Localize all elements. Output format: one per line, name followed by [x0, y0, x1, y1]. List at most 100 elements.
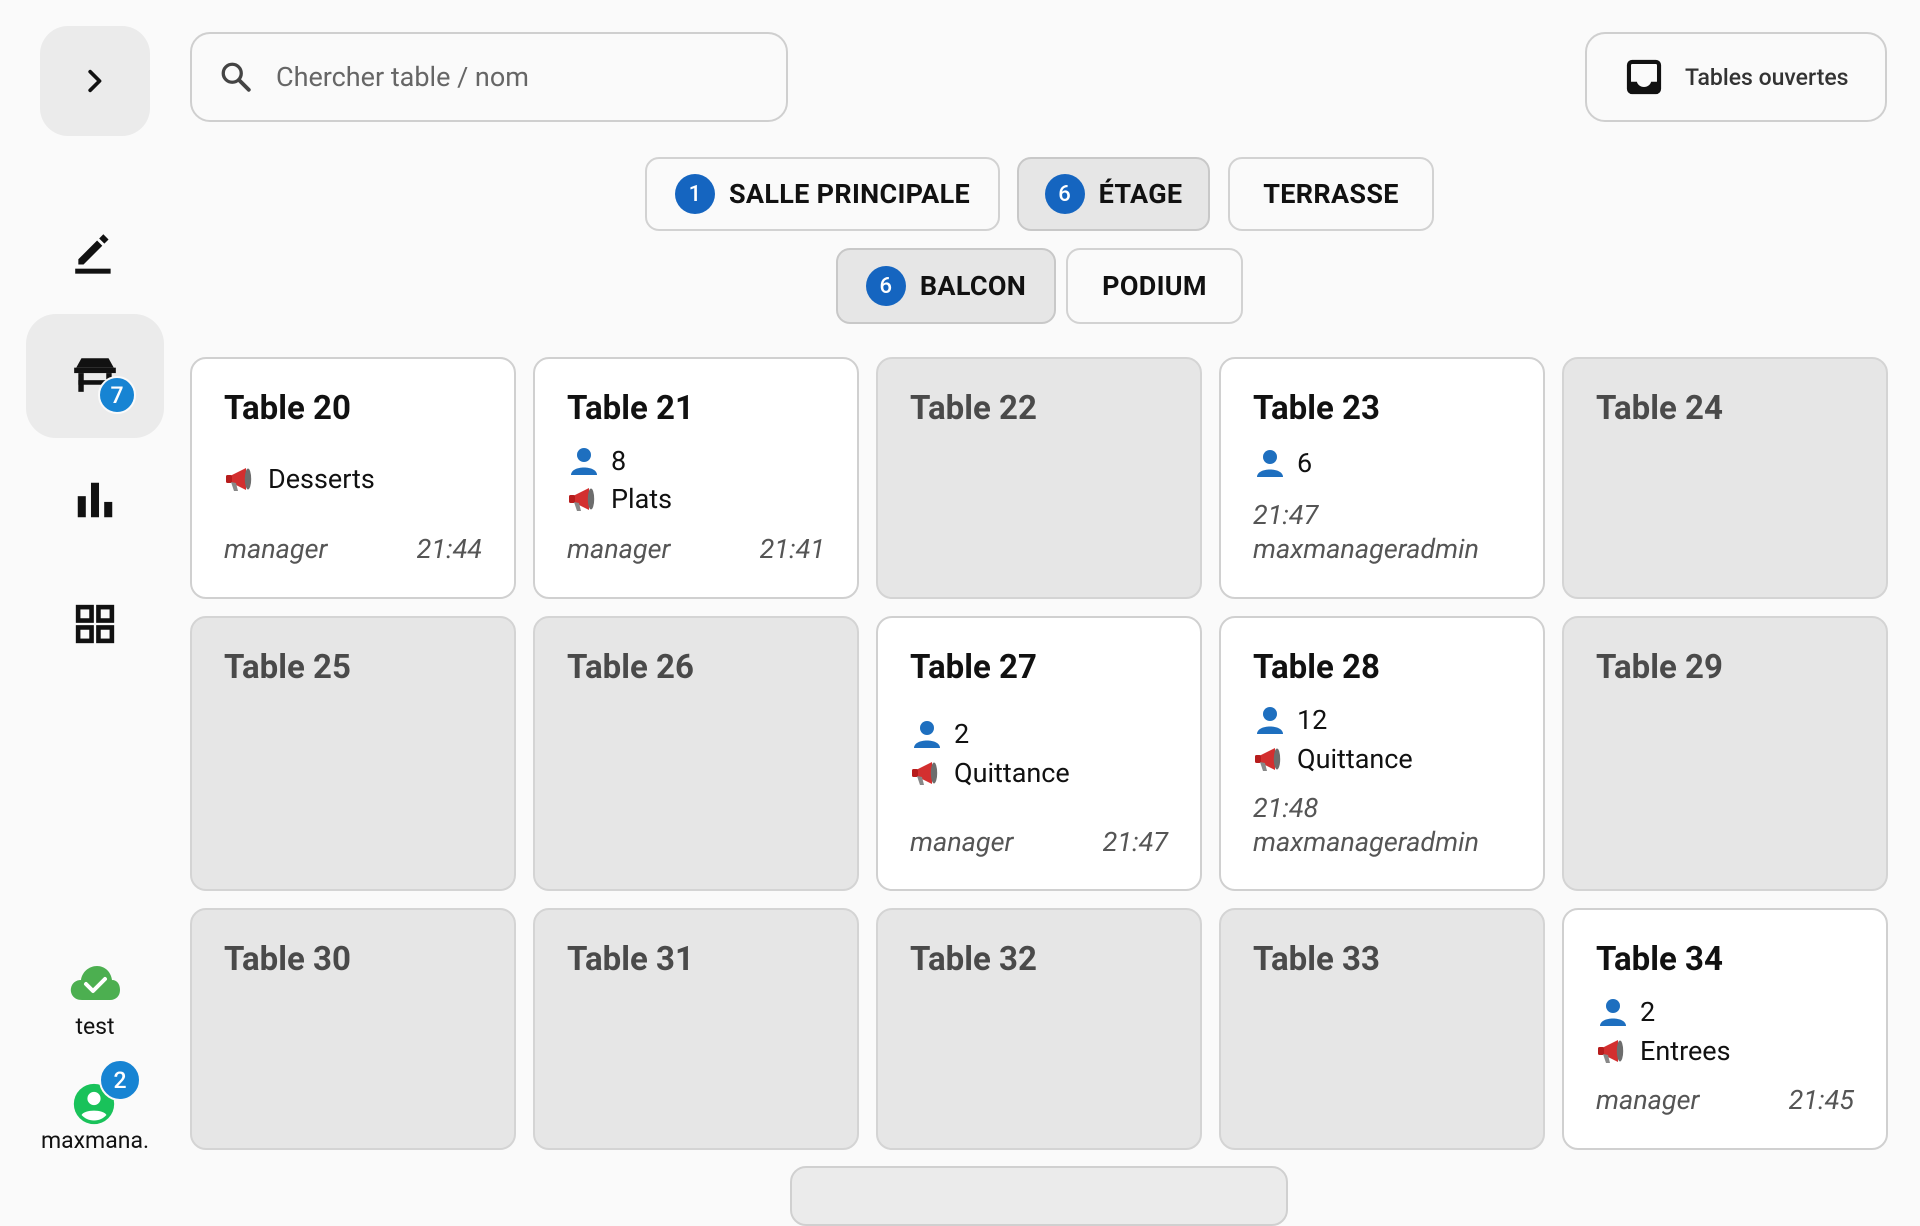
table-card-20[interactable]: Table 20 Desserts manager 21:44 — [190, 357, 516, 599]
megaphone-icon — [226, 468, 252, 491]
table-time: 21:47 — [1253, 499, 1319, 531]
guests-line: 6 — [1253, 447, 1312, 479]
table-card-32[interactable]: Table 32 — [876, 908, 1202, 1150]
course-label: Quittance — [1297, 743, 1413, 775]
table-name: Table 33 — [1253, 940, 1380, 979]
table-user: maxmanageradmin — [1253, 826, 1479, 858]
table-name: Table 25 — [224, 648, 351, 687]
guests-count: 2 — [1640, 996, 1656, 1028]
table-card-23[interactable]: Table 23 6 21:47 maxmanageradmin — [1219, 357, 1545, 599]
table-name: Table 24 — [1596, 389, 1723, 428]
bar-chart-icon — [77, 482, 113, 518]
zone-label: TERRASSE — [1263, 178, 1399, 210]
table-card-26[interactable]: Table 26 — [533, 616, 859, 891]
course-line: Quittance — [1253, 743, 1413, 775]
table-name: Table 32 — [910, 940, 1037, 979]
table-name: Table 21 — [567, 389, 694, 428]
zone-label: BALCON — [919, 270, 1027, 302]
edit-nav-button[interactable] — [26, 190, 164, 314]
course-label: Desserts — [268, 463, 375, 495]
zone-chip-balcon[interactable]: 6 BALCON — [836, 248, 1056, 324]
table-card-29[interactable]: Table 29 — [1562, 616, 1888, 891]
guests-line: 2 — [1596, 996, 1655, 1028]
zone-chip-podium[interactable]: PODIUM — [1066, 248, 1243, 324]
table-card-24[interactable]: Table 24 — [1562, 357, 1888, 599]
megaphone-icon — [912, 762, 938, 785]
table-card-22[interactable]: Table 22 — [876, 357, 1202, 599]
table-name: Table 26 — [567, 648, 694, 687]
person-icon — [914, 721, 940, 748]
table-time: 21:41 — [759, 533, 825, 565]
person-icon — [571, 448, 597, 475]
search-icon — [221, 62, 251, 92]
grid-icon — [75, 604, 115, 644]
expand-sidebar-button[interactable] — [40, 26, 150, 136]
person-icon — [1257, 707, 1283, 734]
table-user: manager — [567, 533, 671, 565]
zone-count-badge: 1 — [674, 174, 715, 214]
guests-line: 8 — [567, 445, 626, 477]
table-card-30[interactable]: Table 30 — [190, 908, 516, 1150]
guests-count: 8 — [611, 445, 627, 477]
table-name: Table 31 — [567, 940, 694, 979]
table-card-21[interactable]: Table 21 8 Plats manager 21:41 — [533, 357, 859, 599]
zone-chip-salle-principale[interactable]: 1 SALLE PRINCIPALE — [645, 157, 1000, 231]
guests-count: 12 — [1297, 704, 1328, 736]
inbox-icon — [1626, 59, 1662, 95]
bottom-panel-handle[interactable] — [790, 1166, 1288, 1226]
guests-count: 6 — [1297, 447, 1313, 479]
open-tables-button[interactable]: Tables ouvertes — [1585, 32, 1887, 122]
course-line: Desserts — [224, 463, 375, 495]
zone-label: PODIUM — [1102, 270, 1207, 302]
table-time: 21:47 — [1102, 826, 1168, 858]
megaphone-icon — [569, 488, 595, 511]
tables-badge: 7 — [98, 376, 136, 414]
table-name: Table 29 — [1596, 648, 1723, 687]
edit-icon — [75, 234, 111, 274]
table-name: Table 27 — [910, 648, 1037, 687]
table-name: Table 34 — [1596, 940, 1723, 979]
table-card-25[interactable]: Table 25 — [190, 616, 516, 891]
course-line: Quittance — [910, 757, 1070, 789]
zone-count-badge: 6 — [1044, 174, 1085, 214]
sync-status[interactable] — [68, 962, 122, 1004]
statistics-nav-button[interactable] — [26, 438, 164, 562]
guests-line: 2 — [910, 718, 969, 750]
table-time: 21:48 — [1253, 792, 1319, 824]
course-label: Entrees — [1640, 1035, 1731, 1067]
zone-chip-terrasse[interactable]: TERRASSE — [1228, 157, 1434, 231]
table-card-28[interactable]: Table 28 12 Quittance 21:48 maxmanagerad… — [1219, 616, 1545, 891]
megaphone-icon — [1255, 748, 1281, 771]
table-name: Table 23 — [1253, 389, 1380, 428]
person-icon — [1257, 450, 1283, 477]
guests-count: 2 — [954, 718, 970, 750]
table-card-31[interactable]: Table 31 — [533, 908, 859, 1150]
user-badge: 2 — [99, 1059, 141, 1101]
megaphone-icon — [1598, 1040, 1624, 1063]
search-bar — [190, 32, 788, 122]
course-label: Quittance — [954, 757, 1070, 789]
guests-line: 12 — [1253, 704, 1327, 736]
table-card-33[interactable]: Table 33 — [1219, 908, 1545, 1150]
chevron-right-icon — [88, 69, 102, 93]
table-user: maxmanageradmin — [1253, 533, 1479, 565]
table-user: manager — [224, 533, 328, 565]
course-label: Plats — [611, 483, 673, 515]
course-line: Plats — [567, 483, 672, 515]
table-name: Table 22 — [910, 389, 1037, 428]
table-name: Table 30 — [224, 940, 351, 979]
table-user: manager — [910, 826, 1014, 858]
zone-count-badge: 6 — [865, 266, 906, 306]
zone-label: SALLE PRINCIPALE — [728, 178, 971, 210]
table-card-27[interactable]: Table 27 2 Quittance manager 21:47 — [876, 616, 1202, 891]
search-input[interactable] — [274, 60, 758, 94]
sync-label: test — [75, 1013, 115, 1040]
table-card-34[interactable]: Table 34 2 Entrees manager 21:45 — [1562, 908, 1888, 1150]
grid-nav-button[interactable] — [26, 562, 164, 686]
table-name: Table 28 — [1253, 648, 1380, 687]
tables-nav-button[interactable]: 7 — [26, 314, 164, 438]
zone-chip-etage[interactable]: 6 ÉTAGE — [1017, 157, 1210, 231]
zone-label: ÉTAGE — [1098, 178, 1183, 210]
user-label: maxmana. — [40, 1127, 150, 1154]
cloud-check-icon — [70, 966, 120, 1000]
